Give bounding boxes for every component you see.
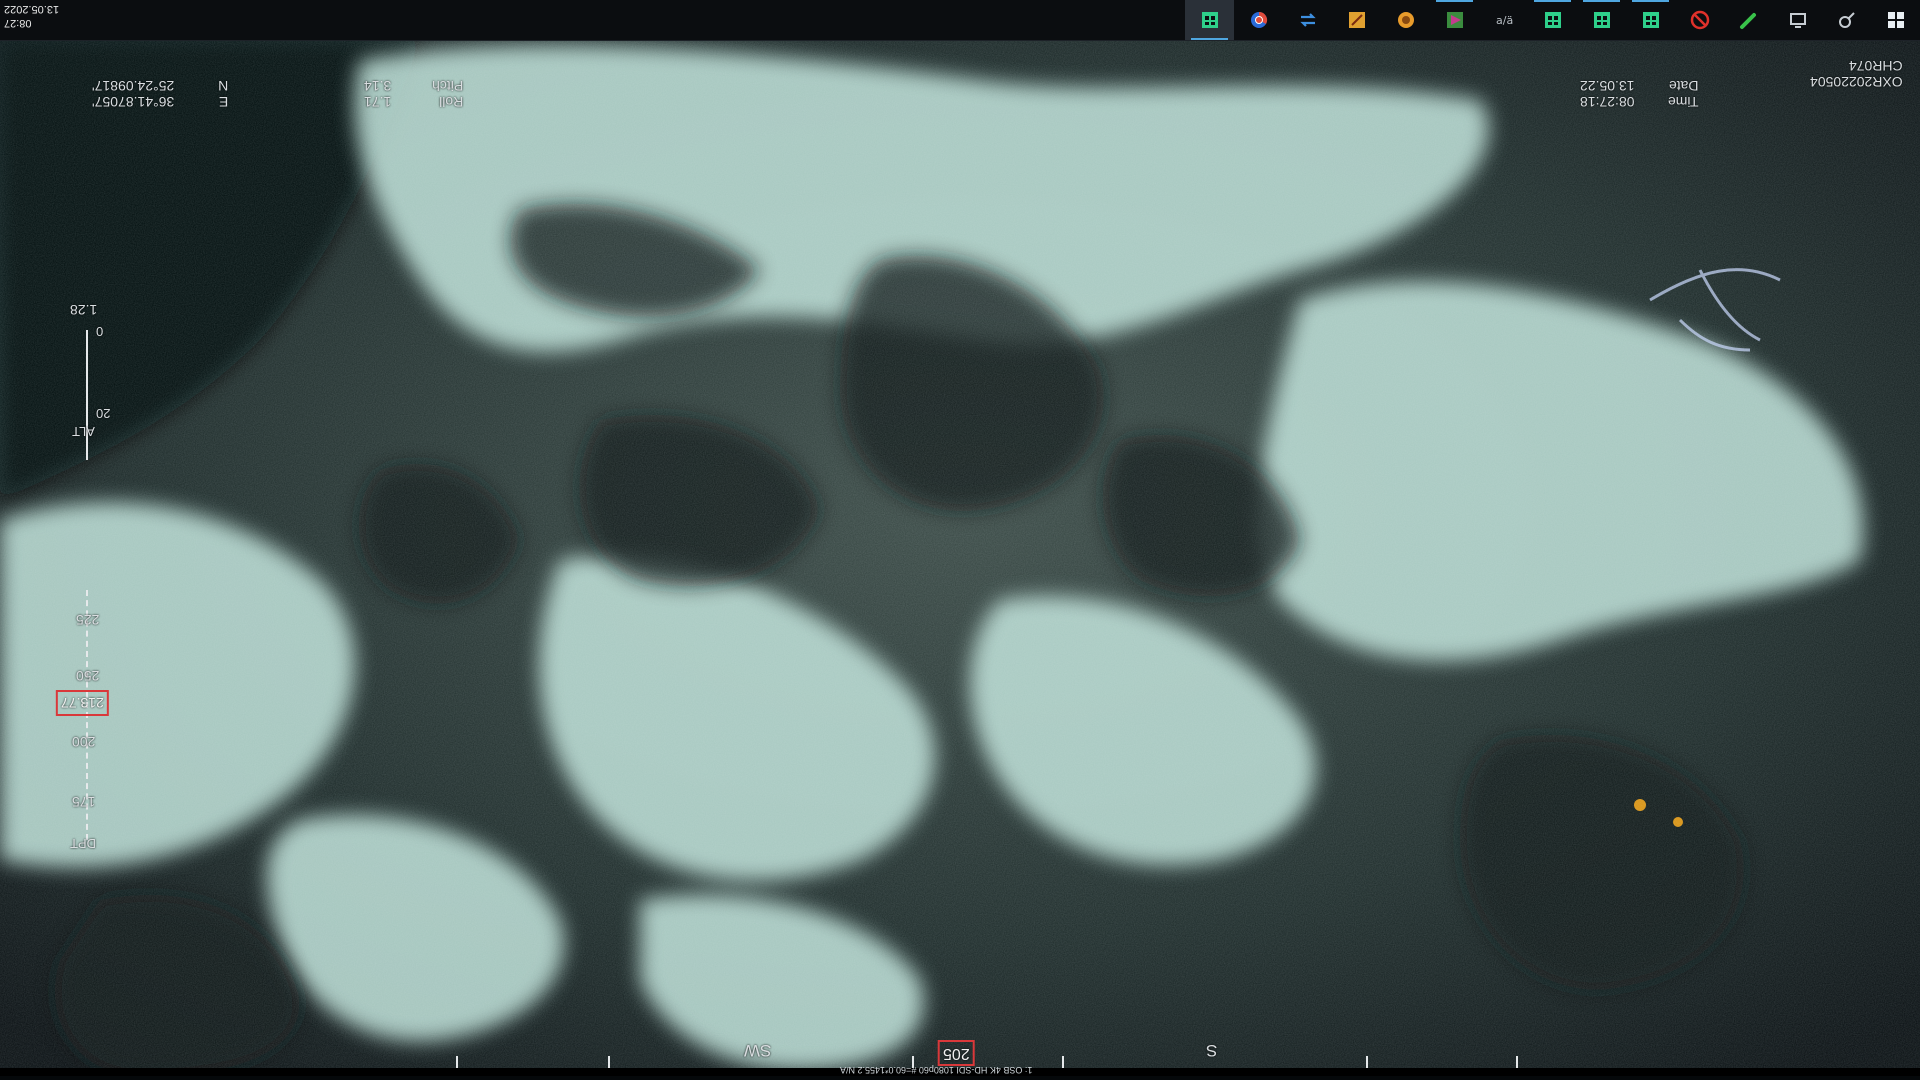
rov-video-feed: E 36°41.87057' N 25°24.09817' Roll 1.71 … bbox=[0, 40, 1920, 1076]
svg-text:a/ä: a/ä bbox=[1496, 14, 1513, 27]
position-readout: E 36°41.87057' N 25°24.09817' bbox=[92, 78, 228, 110]
pen-green-icon[interactable] bbox=[1724, 0, 1773, 40]
altitude-scale-bottom: 20 bbox=[96, 406, 111, 421]
spreadsheet-c-icon[interactable] bbox=[1626, 0, 1675, 40]
clock-date: 13.05.2022 bbox=[4, 3, 60, 15]
attitude-readout: Roll 1.71 Pitch 3.14 bbox=[364, 78, 463, 110]
media-player-icon[interactable] bbox=[1430, 0, 1479, 40]
spreadsheet-a-icon[interactable] bbox=[1528, 0, 1577, 40]
gear-badge-icon[interactable] bbox=[1381, 0, 1430, 40]
no-entry-icon[interactable] bbox=[1675, 0, 1724, 40]
depth-tick-250: 250 bbox=[76, 668, 100, 684]
altitude-label: ALT bbox=[72, 424, 95, 439]
seafloor-image bbox=[0, 40, 1920, 1076]
language-icon[interactable]: a/ä bbox=[1479, 0, 1528, 40]
pitch-label: Pitch bbox=[432, 78, 464, 94]
heading-label-sw: SW bbox=[744, 1041, 772, 1060]
dive-id-line2: OXR20220504 bbox=[1810, 74, 1903, 90]
dive-id-readout: OXR20220504 CHR074 bbox=[1810, 58, 1903, 90]
clock-time: 08:27 bbox=[4, 17, 32, 29]
depth-label: DPT bbox=[70, 836, 96, 851]
altitude-scale-bar bbox=[86, 330, 88, 460]
east-value: 36°41.87057' bbox=[92, 94, 175, 110]
datetime-readout: Time 08:27:18 Date 13.05.22 bbox=[1580, 78, 1699, 110]
north-label: N bbox=[218, 78, 229, 94]
taskbar-clock[interactable]: 08:27 13.05.2022 bbox=[4, 2, 64, 30]
taskbar-apps: a/ä bbox=[1185, 0, 1920, 40]
taskbar: 08:27 13.05.2022 a/ä bbox=[0, 0, 1920, 41]
time-value: 08:27:18 bbox=[1580, 94, 1635, 110]
grid-app-icon[interactable] bbox=[1185, 0, 1234, 40]
windows-start-icon[interactable] bbox=[1871, 0, 1920, 40]
heading-value: 205 bbox=[938, 1040, 975, 1066]
time-label: Time bbox=[1667, 94, 1699, 110]
stream-info: 1: OSB 4K HD-SDI 1080p60 #=60.0*1455.2 N… bbox=[840, 1065, 1033, 1075]
depth-tick-175: 175 bbox=[72, 794, 96, 810]
roll-value: 1.71 bbox=[364, 94, 392, 110]
sync-arrows-icon[interactable] bbox=[1283, 0, 1332, 40]
pitch-value: 3.14 bbox=[364, 78, 392, 94]
tool-pencil-icon[interactable] bbox=[1332, 0, 1381, 40]
search-icon[interactable] bbox=[1822, 0, 1871, 40]
dive-id-line1: CHR074 bbox=[1848, 58, 1903, 74]
altitude-value: 1.28 bbox=[70, 302, 98, 318]
depth-tick-200: 200 bbox=[72, 734, 96, 750]
roll-label: Roll bbox=[439, 94, 464, 110]
date-value: 13.05.22 bbox=[1580, 78, 1635, 94]
east-label: E bbox=[218, 94, 229, 110]
monitor-icon[interactable] bbox=[1773, 0, 1822, 40]
chrome-icon[interactable] bbox=[1234, 0, 1283, 40]
date-label: Date bbox=[1668, 78, 1699, 94]
north-value: 25°24.09817' bbox=[92, 78, 175, 94]
heading-label-s: S bbox=[1206, 1041, 1218, 1060]
altitude-scale-top: 0 bbox=[96, 324, 104, 339]
spreadsheet-b-icon[interactable] bbox=[1577, 0, 1626, 40]
stream-status-bar: 1: OSB 4K HD-SDI 1080p60 #=60.0*1455.2 N… bbox=[0, 1065, 1920, 1076]
depth-tick-225: 225 bbox=[76, 612, 100, 628]
depth-value: 213.77 bbox=[56, 690, 109, 716]
